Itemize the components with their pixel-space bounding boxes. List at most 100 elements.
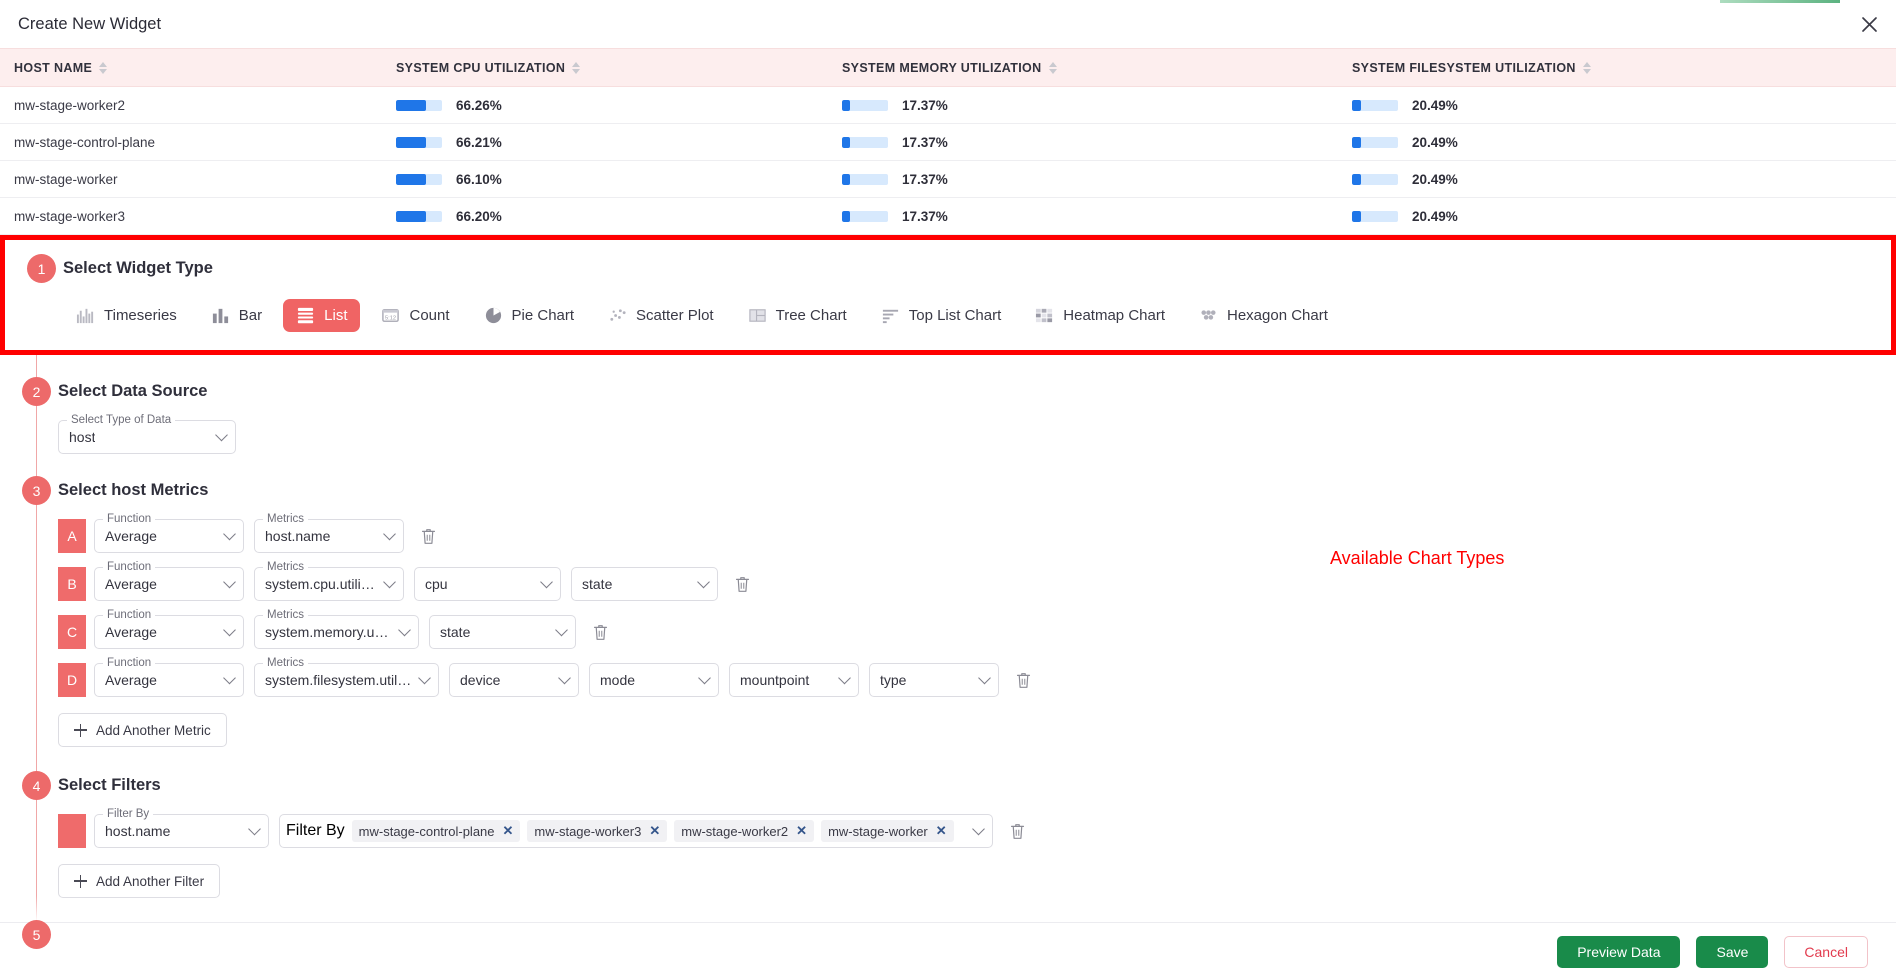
metric-value: 20.49%: [1412, 209, 1458, 224]
widget-type-bar[interactable]: Bar: [198, 299, 275, 332]
function-dropdown[interactable]: Function Average: [94, 663, 244, 697]
create-widget-modal: Create New Widget HOST NAME: [0, 0, 1896, 980]
decorative-accent-bar: [1720, 0, 1840, 3]
widget-type-label: Count: [409, 307, 449, 324]
metrics-dropdown[interactable]: Metrics system.filesystem.utilization: [254, 663, 439, 697]
dimension-dropdown-type[interactable]: type: [869, 663, 999, 697]
remove-chip-icon[interactable]: ✕: [936, 823, 947, 839]
filter-values-field[interactable]: Filter By mw-stage-control-plane✕mw-stag…: [279, 814, 993, 848]
metric-value: 20.49%: [1412, 98, 1458, 113]
bar-chart-icon: [211, 306, 230, 325]
save-button[interactable]: Save: [1696, 936, 1768, 968]
dimension-dropdown-device[interactable]: device: [449, 663, 579, 697]
chevron-down-icon: [697, 576, 710, 589]
widget-type-label: List: [324, 307, 347, 324]
remove-chip-icon[interactable]: ✕: [503, 823, 514, 839]
sort-icon[interactable]: [1049, 62, 1057, 74]
widget-type-hexagon-chart[interactable]: Hexagon Chart: [1186, 299, 1341, 332]
function-dropdown[interactable]: Function Average: [94, 615, 244, 649]
dimension-dropdown-state[interactable]: state: [571, 567, 718, 601]
delete-metric-icon[interactable]: [592, 623, 609, 642]
widget-type-label: Top List Chart: [909, 307, 1002, 324]
add-another-metric-button[interactable]: Add Another Metric: [58, 713, 227, 747]
delete-metric-icon[interactable]: [420, 527, 437, 546]
widget-type-top-list-chart[interactable]: Top List Chart: [868, 299, 1015, 332]
remove-chip-icon[interactable]: ✕: [649, 823, 660, 839]
cell-metric: 20.49%: [1338, 124, 1896, 161]
chevron-down-icon: [215, 429, 228, 442]
field-value: Average: [105, 672, 157, 688]
widget-type-pie-chart[interactable]: Pie Chart: [471, 299, 588, 332]
pie-chart-icon: [484, 306, 503, 325]
field-value: Average: [105, 528, 157, 544]
select-type-of-data-dropdown[interactable]: Select Type of Data host: [58, 420, 236, 454]
delete-metric-icon[interactable]: [1015, 671, 1032, 690]
dimension-dropdown-mountpoint[interactable]: mountpoint: [729, 663, 859, 697]
step-number-badge: 4: [22, 771, 51, 800]
widget-type-list[interactable]: List: [283, 299, 360, 332]
function-dropdown[interactable]: Function Average: [94, 519, 244, 553]
sort-icon[interactable]: [1583, 62, 1591, 74]
metrics-dropdown[interactable]: Metrics system.memory.utilization: [254, 615, 419, 649]
progress-bar: [1352, 100, 1398, 111]
svg-text:5:12: 5:12: [385, 315, 396, 321]
dimension-dropdown-mode[interactable]: mode: [589, 663, 719, 697]
sort-icon[interactable]: [572, 62, 580, 74]
delete-metric-icon[interactable]: [734, 575, 751, 594]
top-list-icon: [881, 306, 900, 325]
dimension-dropdown-state[interactable]: state: [429, 615, 576, 649]
dimension-dropdown-cpu[interactable]: cpu: [414, 567, 561, 601]
add-another-filter-button[interactable]: Add Another Filter: [58, 864, 220, 898]
widget-type-tree-chart[interactable]: Tree Chart: [735, 299, 860, 332]
field-legend: Function: [103, 512, 155, 526]
field-value: host.name: [265, 528, 330, 544]
field-value: device: [460, 672, 500, 688]
field-value: type: [880, 672, 906, 688]
column-header-label: HOST NAME: [14, 61, 92, 75]
filter-chip[interactable]: mw-stage-worker2✕: [674, 820, 814, 842]
widget-type-timeseries[interactable]: Timeseries: [63, 299, 190, 332]
filter-chip[interactable]: mw-stage-worker✕: [821, 820, 954, 842]
widget-type-scatter-plot[interactable]: Scatter Plot: [595, 299, 727, 332]
heatmap-icon: [1035, 306, 1054, 325]
metric-value: 66.20%: [456, 209, 502, 224]
metrics-dropdown[interactable]: Metrics system.cpu.utilization: [254, 567, 404, 601]
metrics-dropdown[interactable]: Metrics host.name: [254, 519, 404, 553]
widget-type-heatmap-chart[interactable]: Heatmap Chart: [1022, 299, 1178, 332]
remove-chip-icon[interactable]: ✕: [796, 823, 807, 839]
column-header-system-memory-utilization[interactable]: SYSTEM MEMORY UTILIZATION: [828, 49, 1338, 87]
filter-chip[interactable]: mw-stage-worker3 ✕: [527, 820, 667, 842]
table-row[interactable]: mw-stage-control-plane 66.21% 17.37% 20.…: [0, 124, 1896, 161]
column-header-system-cpu-utilization[interactable]: SYSTEM CPU UTILIZATION: [382, 49, 828, 87]
cancel-button[interactable]: Cancel: [1784, 936, 1868, 968]
chevron-down-icon: [972, 823, 985, 836]
field-value: mode: [600, 672, 635, 688]
function-dropdown[interactable]: Function Average: [94, 567, 244, 601]
filter-chip-label: mw-stage-worker3: [534, 824, 641, 839]
column-header-system-filesystem-utilization[interactable]: SYSTEM FILESYSTEM UTILIZATION: [1338, 49, 1896, 87]
field-value: Average: [105, 576, 157, 592]
filter-by-field-dropdown[interactable]: Filter By host.name: [94, 814, 269, 848]
table-row[interactable]: mw-stage-worker 66.10% 17.37% 20.49%: [0, 161, 1896, 198]
cell-host-name: mw-stage-worker: [0, 161, 382, 198]
field-legend: Metrics: [263, 512, 308, 526]
progress-bar: [842, 137, 888, 148]
preview-data-button[interactable]: Preview Data: [1557, 936, 1680, 968]
chevron-down-icon: [398, 624, 411, 637]
field-value: mountpoint: [740, 672, 809, 688]
filter-chip[interactable]: mw-stage-control-plane✕: [352, 820, 521, 842]
delete-filter-icon[interactable]: [1009, 822, 1026, 841]
modal-footer: Preview Data Save Cancel: [0, 922, 1896, 980]
table-row[interactable]: mw-stage-worker2 66.26% 17.37% 20.49%: [0, 87, 1896, 124]
sort-icon[interactable]: [99, 62, 107, 74]
scatter-plot-icon: [608, 306, 627, 325]
table-row[interactable]: mw-stage-worker3 66.20% 17.37% 20.49%: [0, 198, 1896, 235]
field-legend: Function: [103, 608, 155, 622]
field-value: system.cpu.utilization: [265, 576, 377, 592]
column-header-host-name[interactable]: HOST NAME: [0, 49, 382, 87]
close-icon[interactable]: [1856, 11, 1882, 37]
widget-type-count[interactable]: 5:12 Count: [368, 299, 462, 332]
widget-type-label: Heatmap Chart: [1063, 307, 1165, 324]
field-value: state: [440, 624, 470, 640]
progress-bar: [396, 174, 442, 185]
